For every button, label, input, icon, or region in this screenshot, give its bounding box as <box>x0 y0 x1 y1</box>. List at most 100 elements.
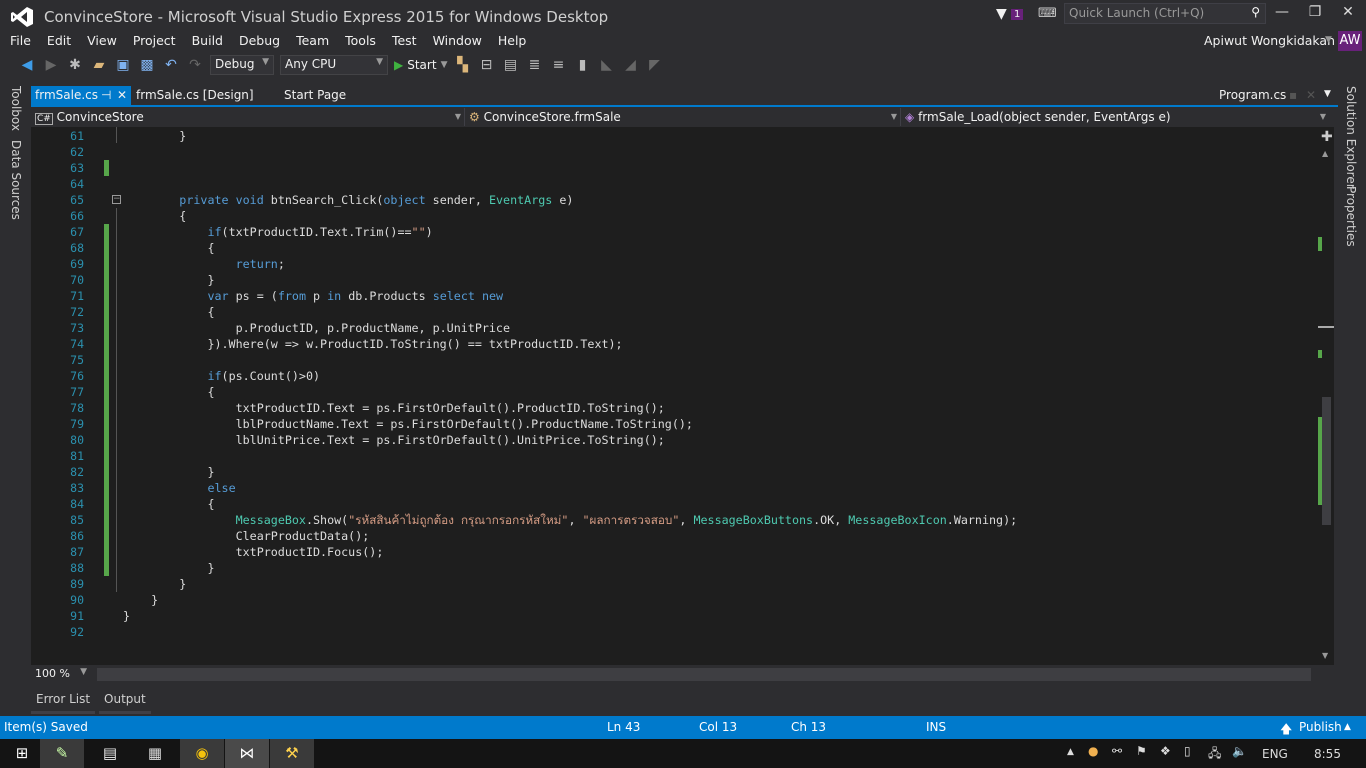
code-line[interactable]: { <box>123 208 186 224</box>
quick-launch-input[interactable]: Quick Launch (Ctrl+Q) ⚲ <box>1064 3 1266 24</box>
notification-count[interactable]: 1 <box>1011 9 1024 20</box>
vertical-scrollbar[interactable]: ✚ ▲ ▼ <box>1318 127 1334 665</box>
clear-bookmarks-icon[interactable]: ◤ <box>645 56 663 74</box>
code-line[interactable]: { <box>123 304 214 320</box>
navigate-forward-icon[interactable]: ▶ <box>42 56 60 74</box>
code-line[interactable]: MessageBox.Show("รหัสสินค้าไม่ถูกต้อง กร… <box>123 512 1018 528</box>
zoom-select[interactable]: 100 % ▼ <box>31 666 91 683</box>
code-line[interactable]: } <box>123 272 214 288</box>
find-in-files-icon[interactable]: ▚ <box>453 56 471 74</box>
code-line[interactable]: else <box>123 480 235 496</box>
code-line[interactable]: private void btnSearch_Click(object send… <box>123 192 573 208</box>
code-line[interactable]: } <box>123 128 186 144</box>
code-line[interactable]: } <box>123 592 158 608</box>
code-line[interactable]: if(ps.Count()>0) <box>123 368 320 384</box>
taskbar-visual-studio-icon[interactable]: ⋈ <box>225 739 269 768</box>
menu-test[interactable]: Test <box>384 32 425 50</box>
class-dropdown[interactable]: ⚙ ConvinceStore.frmSale ▼ <box>469 108 901 126</box>
toolbox-tab[interactable]: Toolbox <box>9 86 23 131</box>
code-line[interactable]: } <box>123 608 130 624</box>
code-line[interactable]: lblUnitPrice.Text = ps.FirstOrDefault().… <box>123 432 665 448</box>
dropbox-icon[interactable]: ❖ <box>1160 744 1171 758</box>
code-line[interactable]: if(txtProductID.Text.Trim()=="") <box>123 224 432 240</box>
project-dropdown[interactable]: C# ConvinceStore ▼ <box>35 108 465 126</box>
scroll-up-icon[interactable]: ▲ <box>1322 149 1328 158</box>
volume-icon[interactable]: 🔈 <box>1232 744 1247 758</box>
properties-tab[interactable]: Properties <box>1344 186 1358 247</box>
code-line[interactable]: { <box>123 384 214 400</box>
menu-project[interactable]: Project <box>125 32 184 50</box>
chevron-up-icon[interactable]: ▲ <box>1344 722 1351 732</box>
taskbar-tool-icon[interactable]: ⚒ <box>270 739 314 768</box>
member-dropdown[interactable]: ◈ frmSale_Load(object sender, EventArgs … <box>905 108 1329 126</box>
avatar[interactable]: AW <box>1338 31 1362 51</box>
feedback-icon[interactable]: ⌨ <box>1038 6 1057 21</box>
battery-icon[interactable]: ▯ <box>1184 744 1191 758</box>
open-file-icon[interactable]: ▰ <box>90 56 108 74</box>
close-tab-icon[interactable]: ✕ <box>117 86 127 105</box>
code-line[interactable]: txtProductID.Focus(); <box>123 544 384 560</box>
menu-view[interactable]: View <box>79 32 125 50</box>
menu-build[interactable]: Build <box>184 32 231 50</box>
start-button[interactable]: ▶ Start ▼ <box>394 58 447 72</box>
minimize-button[interactable]: — <box>1267 4 1297 24</box>
user-name[interactable]: Apiwut Wongkidakan <box>1204 33 1335 48</box>
taskbar-calculator-icon[interactable]: ▦ <box>133 739 177 768</box>
collapse-region-icon[interactable]: − <box>112 195 121 204</box>
action-center-flag-icon[interactable]: ⚑ <box>1136 744 1147 758</box>
tab-start-page[interactable]: Start Page <box>280 86 350 105</box>
configuration-select[interactable]: Debug ▼ <box>210 55 274 75</box>
navigate-back-icon[interactable]: ◀ <box>18 56 36 74</box>
menu-file[interactable]: File <box>0 32 39 50</box>
menu-help[interactable]: Help <box>490 32 535 50</box>
publish-button[interactable]: Publish <box>1299 720 1342 734</box>
code-line[interactable]: return; <box>123 256 285 272</box>
step-into-icon[interactable]: ⊟ <box>477 56 495 74</box>
step-over-icon[interactable]: ▤ <box>501 56 519 74</box>
start-menu-icon[interactable]: ⊞ <box>0 739 44 768</box>
menu-window[interactable]: Window <box>425 32 490 50</box>
next-bookmark-icon[interactable]: ◢ <box>621 56 639 74</box>
solution-explorer-tab[interactable]: Solution Explorer <box>1344 86 1358 189</box>
code-line[interactable]: lblProductName.Text = ps.FirstOrDefault(… <box>123 416 693 432</box>
notifications-filter-icon[interactable]: ▼ <box>996 6 1007 22</box>
tab-output[interactable]: Output <box>99 690 151 714</box>
code-editor[interactable]: 61 } 62 63 64 65 private void btnSearch_Clic… <box>31 127 1318 665</box>
network-icon[interactable]: 🖧 <box>1208 744 1221 765</box>
close-preview-icon[interactable]: ✕ <box>1306 88 1316 102</box>
code-line[interactable]: { <box>123 496 214 512</box>
save-all-icon[interactable]: ▩ <box>138 56 156 74</box>
taskbar-app-paint-icon[interactable]: ✎ <box>40 739 84 768</box>
clock[interactable]: 8:55 <box>1314 747 1341 761</box>
weather-icon[interactable]: ● <box>1088 744 1098 758</box>
uncomment-icon[interactable]: ≡ <box>549 56 567 74</box>
redo-icon[interactable]: ↷ <box>186 56 204 74</box>
tab-frmsale-design[interactable]: frmSale.cs [Design] <box>132 86 258 105</box>
split-editor-icon[interactable]: ✚ <box>1321 129 1333 145</box>
menu-edit[interactable]: Edit <box>39 32 79 50</box>
code-line[interactable]: }).Where(w => w.ProductID.ToString() == … <box>123 336 622 352</box>
menu-debug[interactable]: Debug <box>231 32 288 50</box>
network-satellite-icon[interactable]: ⚯ <box>1112 744 1122 758</box>
pin-icon[interactable]: ⊣ <box>101 86 111 105</box>
previous-bookmark-icon[interactable]: ◣ <box>597 56 615 74</box>
scroll-down-icon[interactable]: ▼ <box>1322 651 1328 660</box>
menu-tools[interactable]: Tools <box>337 32 384 50</box>
close-button[interactable]: ✕ <box>1333 4 1363 24</box>
data-sources-tab[interactable]: Data Sources <box>9 140 23 220</box>
code-line[interactable]: txtProductID.Text = ps.FirstOrDefault().… <box>123 400 665 416</box>
restore-button[interactable]: ❐ <box>1300 4 1330 24</box>
code-line[interactable]: { <box>123 240 214 256</box>
tab-frmsale-cs[interactable]: frmSale.cs ⊣ ✕ <box>31 86 131 105</box>
publish-icon[interactable]: 🡅 <box>1280 720 1292 741</box>
chevron-down-icon[interactable]: ▼ <box>1325 35 1332 45</box>
tab-error-list[interactable]: Error List <box>31 690 96 714</box>
code-line[interactable]: p.ProductID, p.ProductName, p.UnitPrice <box>123 320 510 336</box>
scrollbar-thumb[interactable] <box>1322 397 1331 525</box>
menu-team[interactable]: Team <box>288 32 337 50</box>
tab-dropdown-icon[interactable]: ▼ <box>1324 89 1331 99</box>
code-line[interactable]: } <box>123 560 214 576</box>
comment-icon[interactable]: ≣ <box>525 56 543 74</box>
taskbar-notepad-icon[interactable]: ▤ <box>88 739 132 768</box>
tab-program-cs-preview[interactable]: Program.cs <box>1215 86 1290 105</box>
